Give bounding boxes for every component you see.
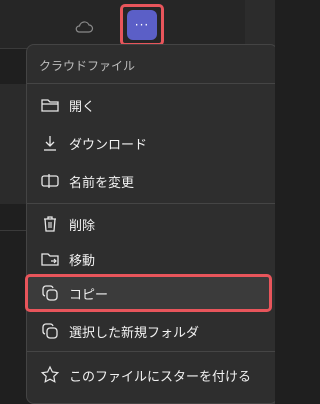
context-menu: クラウドファイル 開く ダウンロード 名前を変更 削除 移動 コピー 選択した新… [25,44,275,404]
more-options-label: ··· [134,18,150,32]
move-folder-icon [39,248,61,270]
rename-icon [39,170,61,192]
menu-item-label: 移動 [69,253,96,269]
cloud-icon [74,19,94,35]
menu-item-move[interactable]: 移動 [31,242,271,276]
menu-item-label: 削除 [69,218,96,234]
star-icon [39,364,61,386]
menu-item-label: ダウンロード [69,137,148,153]
menu-separator [27,203,275,204]
copy-to-folder-icon [39,320,61,342]
menu-header: クラウドファイル [39,59,136,73]
more-options-highlight: ··· [120,4,164,46]
menu-separator [27,83,275,84]
menu-item-copy[interactable]: コピー [31,276,271,310]
app-window: ··· クラウドファイル 開く ダウンロード 名前を変更 削除 移動 コピー 選… [0,0,275,404]
menu-item-label: このファイルにスターを付ける [69,369,252,385]
menu-item-star[interactable]: このファイルにスターを付ける [31,358,271,392]
menu-item-label: 選択した新規フォルダ [69,325,200,341]
folder-open-icon [39,94,61,116]
download-icon [39,132,61,154]
copy-icon [39,282,61,304]
menu-item-download[interactable]: ダウンロード [31,126,271,160]
menu-item-label: コピー [69,287,109,303]
menu-item-copy-to-new-folder[interactable]: 選択した新規フォルダ [31,314,271,348]
menu-item-rename[interactable]: 名前を変更 [31,164,271,198]
menu-item-label: 名前を変更 [69,175,135,191]
menu-item-delete[interactable]: 削除 [31,207,271,241]
menu-separator [27,351,275,352]
more-options-button[interactable]: ··· [127,10,157,40]
menu-item-label: 開く [69,99,96,115]
menu-item-open[interactable]: 開く [31,88,271,122]
trash-icon [39,213,61,235]
